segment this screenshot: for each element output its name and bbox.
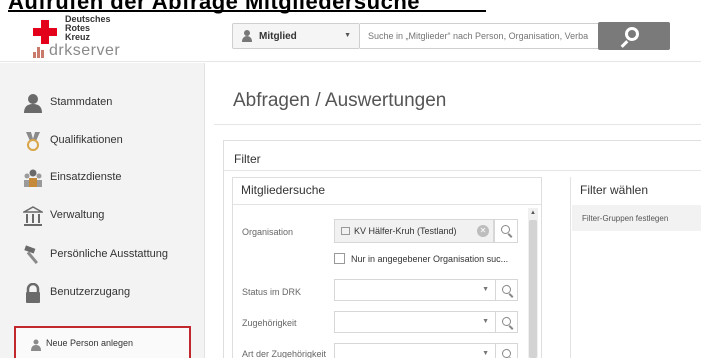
search-scope-select[interactable]: Mitglied ▼ (232, 23, 360, 49)
sidebar-item-persoenliche-ausstattung[interactable]: Persönliche Ausstattung (23, 242, 203, 268)
organisation-label: Organisation (242, 227, 294, 237)
red-cross-icon (33, 20, 57, 44)
sidebar: Stammdaten Qualifikationen Einsatzdienst… (0, 63, 205, 358)
top-heading-underline (8, 10, 486, 12)
divider (224, 170, 701, 171)
art-zugehoerigkeit-search-button[interactable] (495, 343, 518, 358)
filter-title: Filter (234, 152, 261, 166)
app-header: Deutsches Rotes Kreuz drkserver Mitglied… (0, 14, 701, 62)
art-zugehoerigkeit-select[interactable]: ▼ (334, 343, 496, 358)
zugehoerigkeit-label: Zugehörigkeit (242, 318, 297, 328)
caret-down-icon: ▼ (482, 350, 489, 357)
top-heading: Aufrufen der Abfrage Mitgliedersuche (0, 0, 701, 14)
org-name-line-3: Kreuz (65, 32, 91, 42)
sidebar-item-qualifikationen[interactable]: Qualifikationen (23, 128, 203, 154)
organisation-icon (341, 227, 350, 235)
caret-down-icon: ▼ (482, 286, 489, 293)
sidebar-item-label: Einsatzdienste (50, 171, 122, 183)
status-select[interactable]: ▼ (334, 279, 496, 301)
divider (233, 204, 541, 205)
search-button[interactable] (598, 22, 670, 50)
status-label: Status im DRK (242, 287, 302, 297)
new-person-label: Neue Person anlegen (46, 338, 134, 348)
drk-logo[interactable]: Deutsches Rotes Kreuz drkserver (33, 14, 203, 60)
organisation-field[interactable]: KV Hälfer-Kruh (Testland) ✕ (334, 219, 494, 243)
divider (214, 124, 701, 125)
organisation-search-button[interactable] (494, 219, 518, 243)
sidebar-item-einsatzdienste[interactable]: Einsatzdienste (23, 165, 203, 191)
team-icon (24, 169, 42, 187)
hammer-icon (24, 245, 39, 265)
only-org-label: Nur in angegebener Organisation suc... (351, 254, 509, 264)
sidebar-item-verwaltung[interactable]: Verwaltung (23, 203, 203, 229)
page-title: Abfragen / Auswertungen (233, 90, 447, 111)
filter-groups-label: Filter-Gruppen festlegen (582, 214, 669, 223)
caret-down-icon: ▼ (344, 32, 351, 39)
add-person-icon (31, 339, 41, 351)
brand-name: drkserver (49, 42, 121, 59)
person-icon (24, 94, 42, 113)
global-search-input[interactable] (360, 23, 600, 49)
sidebar-item-label: Qualifikationen (50, 134, 123, 146)
filter-chooser-title: Filter wählen (580, 183, 649, 197)
mitgliedersuche-title: Mitgliedersuche (241, 183, 326, 197)
new-person-button[interactable]: Neue Person anlegen (14, 326, 191, 358)
scroll-up-icon[interactable]: ▲ (530, 210, 536, 216)
only-org-checkbox[interactable] (334, 253, 345, 264)
user-icon (241, 30, 253, 42)
brand-bars-icon (33, 47, 47, 58)
sidebar-item-label: Benutzerzugang (50, 286, 131, 298)
organisation-value: KV Hälfer-Kruh (Testland) (354, 226, 457, 236)
status-search-button[interactable] (495, 279, 518, 301)
building-icon (23, 206, 43, 226)
filter-groups-item[interactable]: Filter-Gruppen festlegen (572, 205, 701, 231)
zugehoerigkeit-search-button[interactable] (495, 311, 518, 333)
sidebar-item-stammdaten[interactable]: Stammdaten (23, 90, 203, 116)
clear-icon[interactable]: ✕ (477, 225, 489, 237)
medal-icon (26, 132, 40, 151)
sidebar-item-label: Persönliche Ausstattung (50, 248, 169, 260)
search-icon (625, 27, 639, 41)
search-scope-value: Mitglied (259, 31, 297, 42)
art-zugehoerigkeit-label: Art der Zugehörigkeit (242, 349, 327, 358)
caret-down-icon: ▼ (482, 318, 489, 325)
scrollbar-thumb[interactable] (529, 220, 537, 358)
sidebar-item-label: Stammdaten (50, 96, 113, 108)
zugehoerigkeit-select[interactable]: ▼ (334, 311, 496, 333)
sidebar-item-benutzerzugang[interactable]: Benutzerzugang (23, 280, 203, 306)
lock-icon (26, 283, 40, 303)
sidebar-item-label: Verwaltung (50, 209, 105, 221)
